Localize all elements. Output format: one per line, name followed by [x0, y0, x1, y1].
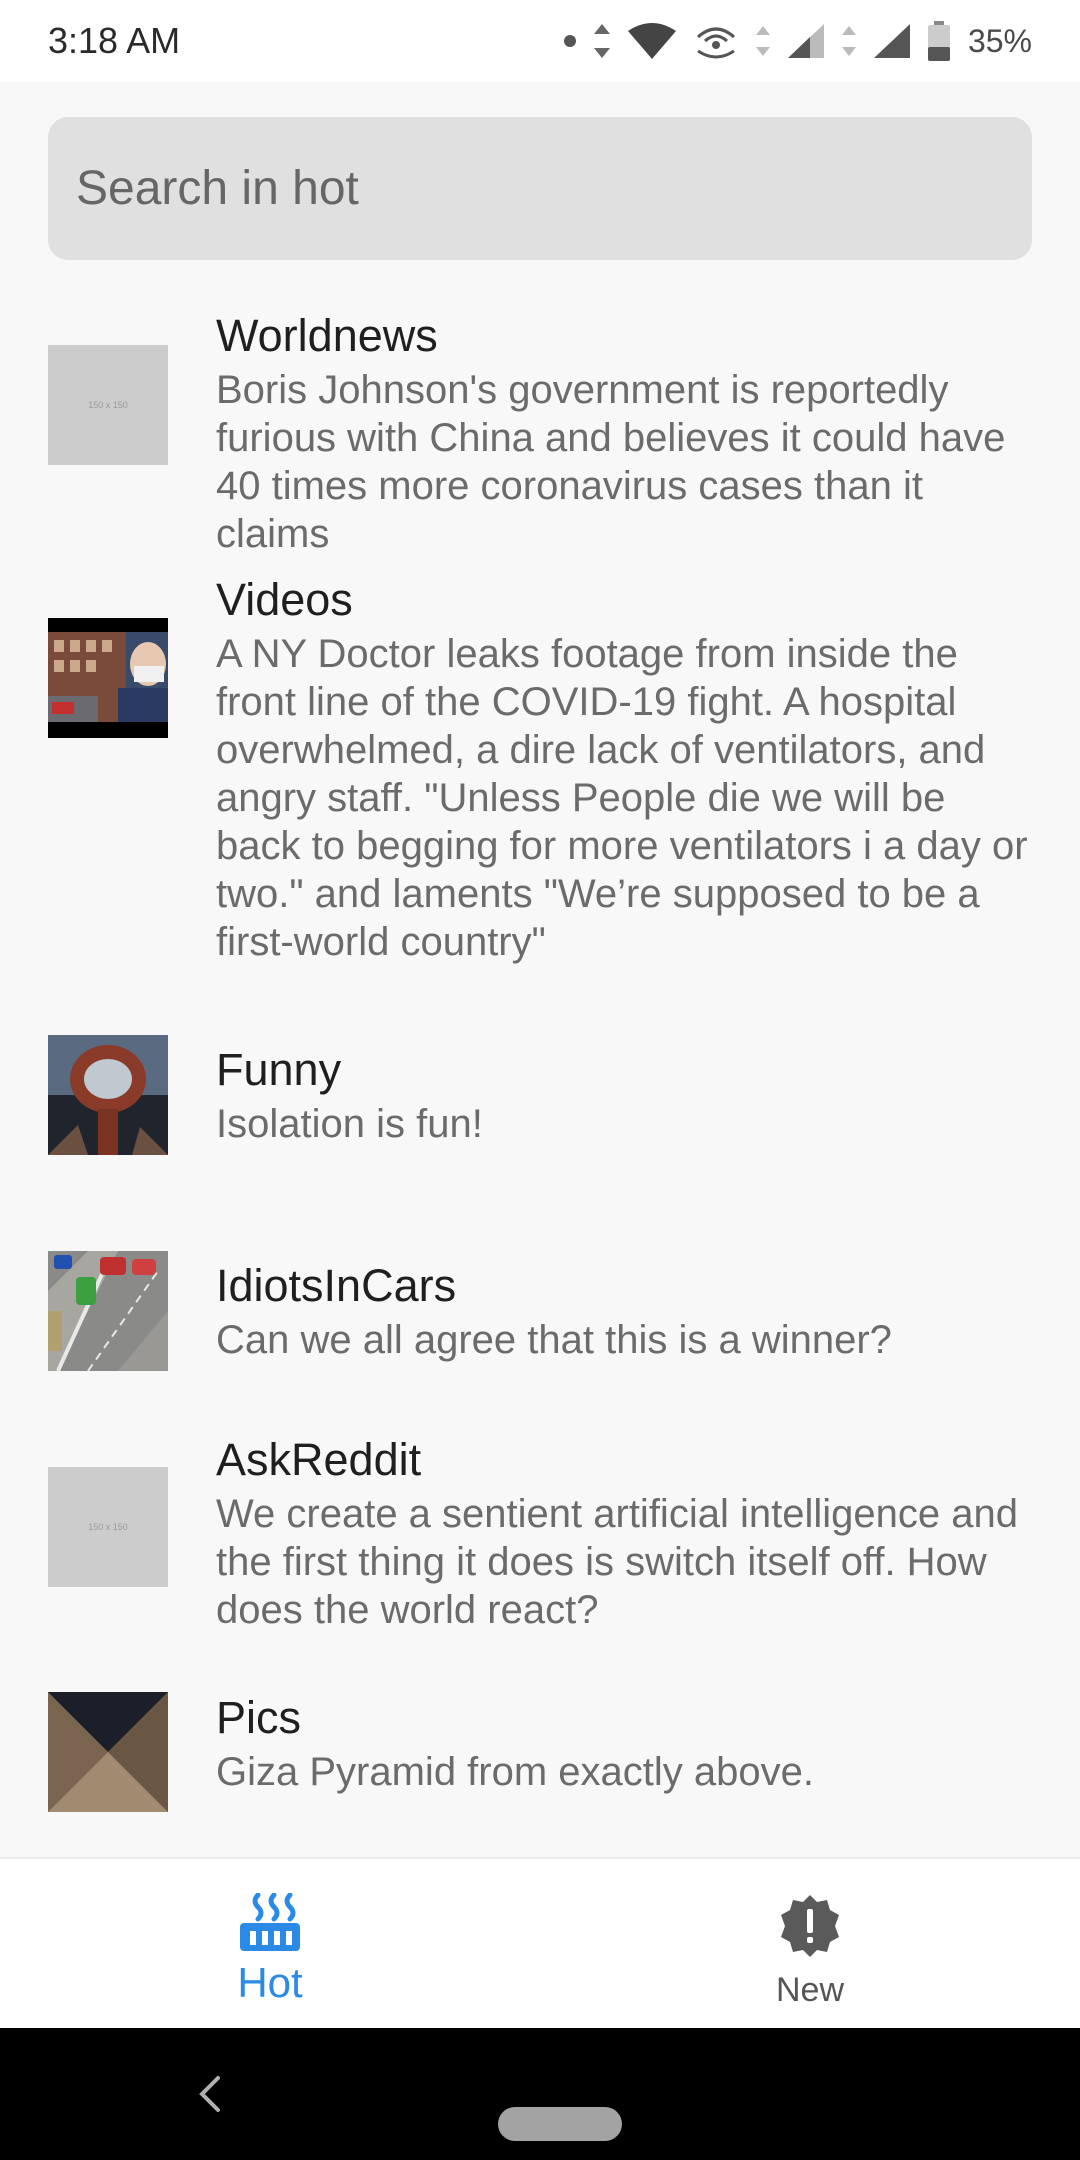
hotspot-icon	[696, 27, 735, 59]
post-title: Giza Pyramid from exactly above.	[216, 1750, 814, 1794]
post-title: Boris Johnson's government is reportedly…	[216, 368, 1006, 556]
wifi-icon	[627, 23, 676, 59]
hot-icon	[240, 1893, 300, 1951]
status-icons: 35%	[563, 21, 1032, 61]
post-thumbnail-image	[48, 1035, 168, 1155]
thumbnail-placeholder-label: 150 x 150	[88, 400, 128, 410]
home-pill[interactable]	[498, 2107, 622, 2141]
post-thumbnail-image	[48, 618, 168, 738]
post-subreddit: Pics	[216, 1692, 302, 1743]
status-time: 3:18 AM	[48, 20, 181, 61]
post-pics[interactable]: Pics Giza Pyramid from exactly above.	[0, 1692, 1080, 1852]
back-icon[interactable]	[190, 2072, 230, 2116]
post-text: Videos A NY Doctor leaks footage from in…	[216, 572, 1036, 966]
post-title: Isolation is fun!	[216, 1102, 483, 1146]
search-placeholder: Search in hot	[76, 162, 359, 215]
post-text: IdiotsInCars Can we all agree that this …	[216, 1258, 1036, 1364]
post-text: AskReddit We create a sentient artificia…	[216, 1432, 1036, 1634]
system-navigation-bar	[0, 2028, 1080, 2160]
search-input[interactable]: Search in hot	[48, 117, 1032, 260]
signal-icon-2	[873, 24, 910, 58]
data-arrows-icon	[593, 24, 610, 58]
post-subreddit: IdiotsInCars	[216, 1260, 457, 1311]
post-subreddit: Videos	[216, 574, 353, 625]
notification-dot-icon	[563, 35, 576, 47]
signal-icon-1	[787, 24, 824, 58]
post-text: Pics Giza Pyramid from exactly above.	[216, 1690, 1036, 1796]
battery-icon	[927, 21, 950, 61]
post-thumbnail-placeholder: 150 x 150	[48, 345, 168, 465]
post-title: Can we all agree that this is a winner?	[216, 1318, 892, 1362]
post-askreddit[interactable]: 150 x 150 AskReddit We create a sentient…	[0, 1434, 1080, 1670]
post-thumbnail-placeholder: 150 x 150	[48, 1467, 168, 1587]
post-subreddit: Worldnews	[216, 310, 438, 361]
post-idiotsincars[interactable]: IdiotsInCars Can we all agree that this …	[0, 1228, 1080, 1428]
cars-thumbnail-image	[48, 1251, 168, 1371]
tab-hot[interactable]: Hot	[0, 1859, 540, 2028]
signal-arrows-icon	[755, 26, 770, 56]
tab-new[interactable]: New	[540, 1859, 1080, 2028]
post-title: We create a sentient artificial intellig…	[216, 1492, 1018, 1632]
post-subreddit: AskReddit	[216, 1434, 422, 1485]
post-subreddit: Funny	[216, 1044, 342, 1095]
bottom-navigation: Hot New	[0, 1857, 1080, 2028]
new-badge-icon	[781, 1895, 839, 1957]
post-videos[interactable]: Videos A NY Doctor leaks footage from in…	[0, 572, 1080, 992]
tab-hot-label: Hot	[237, 1959, 303, 2006]
post-thumbnail-image	[48, 1251, 168, 1371]
post-worldnews[interactable]: 150 x 150 Worldnews Boris Johnson's gove…	[0, 300, 1080, 562]
status-bar: 3:18 AM 35%	[0, 0, 1080, 82]
funny-thumbnail-image	[48, 1035, 168, 1155]
tab-new-label: New	[775, 1971, 845, 2009]
post-text: Worldnews Boris Johnson's government is …	[216, 308, 1036, 558]
post-title: A NY Doctor leaks footage from inside th…	[216, 632, 1028, 964]
signal-arrows-icon-2	[841, 26, 856, 56]
post-funny[interactable]: Funny Isolation is fun!	[0, 1012, 1080, 1212]
thumbnail-placeholder-label: 150 x 150	[88, 1522, 128, 1532]
video-thumbnail-image	[48, 618, 168, 738]
post-thumbnail-image	[48, 1692, 168, 1812]
pyramid-thumbnail-image	[48, 1692, 168, 1812]
battery-percent: 35%	[967, 22, 1032, 59]
post-text: Funny Isolation is fun!	[216, 1042, 1036, 1148]
